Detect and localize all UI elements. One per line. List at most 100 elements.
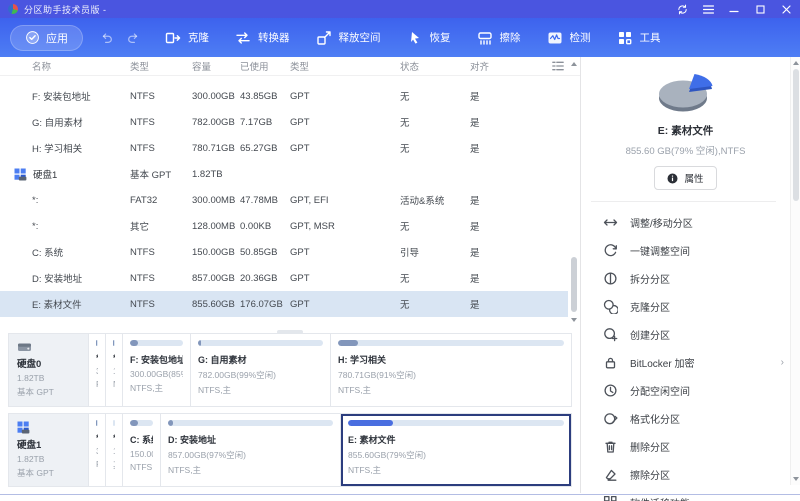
toolbar-button-free-space[interactable]: 释放空间: [316, 30, 381, 46]
action-label: 格式化分区: [630, 411, 680, 426]
partition-row[interactable]: H: 学习相关NTFS780.71GB65.27GBGPT无是: [0, 135, 568, 161]
action-item-create-partition[interactable]: 创建分区: [581, 320, 800, 348]
column-header[interactable]: 已使用: [240, 59, 290, 73]
column-header[interactable]: 名称: [0, 59, 130, 73]
cell-aligned: 是: [470, 193, 568, 207]
partition-label: F: 安装包地址: [130, 353, 183, 366]
refresh-icon[interactable]: [676, 3, 688, 15]
partition-block[interactable]: F: 安装包地址300.00GB(85%...NTFS,主: [123, 334, 191, 406]
menu-icon[interactable]: [702, 3, 714, 15]
partition-block[interactable]: H: 学习相关780.71GB(91%空闲)NTFS,主: [331, 334, 571, 406]
toolbar-button-clone[interactable]: 克隆: [165, 30, 209, 46]
action-item-delete-partition[interactable]: 删除分区: [581, 432, 800, 460]
clone-partition-icon: [603, 299, 619, 314]
partition-row[interactable]: E: 素材文件NTFS855.60GB176.07GBGPT无是: [0, 291, 568, 317]
partition-row[interactable]: *:其它128.00MB0.00KBGPT, MSR无是: [0, 213, 568, 239]
toolbar-button-restore[interactable]: 恢复: [407, 30, 451, 46]
partition-fs: NTF...: [113, 379, 115, 389]
minimize-icon[interactable]: [728, 3, 740, 15]
column-header[interactable]: 类型: [290, 59, 400, 73]
action-item-bitlocker[interactable]: BitLocker 加密›: [581, 348, 800, 376]
apply-button[interactable]: 应用: [10, 25, 83, 51]
disk-map: 硬盘01.82TB基本 GPT*:300...FAT...*:16...NTF.…: [0, 328, 580, 493]
undo-icon[interactable]: [99, 31, 114, 45]
action-item-allocate-space[interactable]: 分配空闲空间: [581, 376, 800, 404]
cell-used: 7.17GB: [240, 117, 290, 128]
cell-ptype: GPT: [290, 299, 400, 310]
disk-map-row: 硬盘11.82TB基本 GPT*:300...FAT...*:128...其..…: [8, 413, 572, 487]
column-header[interactable]: 对齐: [470, 59, 552, 73]
scroll-up-icon[interactable]: [793, 61, 799, 65]
properties-button[interactable]: 属性: [654, 166, 716, 190]
action-item-split-partition[interactable]: 拆分分区: [581, 264, 800, 292]
scroll-down-icon[interactable]: [793, 477, 799, 481]
partition-row[interactable]: *:FAT32300.00MB47.78MBGPT, EFI活动&系统是: [0, 187, 568, 213]
cell-fs: NTFS: [130, 143, 192, 154]
partition-block[interactable]: *:300...FAT...: [89, 414, 106, 486]
cell-aligned: 是: [470, 271, 568, 285]
partition-block[interactable]: G: 自用素材782.00GB(99%空闲)NTFS,主: [191, 334, 331, 406]
partition-row[interactable]: D: 安装地址NTFS857.00GB20.36GBGPT无是: [0, 265, 568, 291]
action-item-one-key-adjust[interactable]: 一键调整空间: [581, 236, 800, 264]
cell-capacity: 128.00MB: [192, 221, 240, 232]
disk-info[interactable]: 硬盘11.82TB基本 GPT: [9, 414, 89, 486]
action-item-resize-move[interactable]: 调整/移动分区: [581, 208, 800, 236]
cell-aligned: 是: [470, 297, 568, 311]
toolbar-button-detect[interactable]: 检测: [547, 30, 591, 46]
cell-aligned: 是: [470, 219, 568, 233]
action-list: 调整/移动分区一键调整空间拆分分区克隆分区创建分区BitLocker 加密›分配…: [581, 202, 800, 501]
partition-fs: NTFS,...: [130, 462, 153, 472]
scroll-down-icon[interactable]: [571, 318, 577, 322]
partition-row[interactable]: F: 安装包地址NTFS300.00GB43.85GBGPT无是: [0, 83, 568, 109]
one-key-adjust-icon: [603, 243, 619, 258]
toolbar-button-tools[interactable]: 工具: [617, 30, 661, 46]
scrollbar-thumb[interactable]: [571, 257, 577, 312]
chevron-right-icon: ›: [781, 357, 784, 368]
list-view-icon[interactable]: [552, 61, 564, 71]
cell-capacity: 855.60GB: [192, 299, 240, 310]
titlebar: 分区助手技术员版 -: [0, 0, 800, 18]
app-window: { "window": { "title": "分区助手技术员版 -" }, "…: [0, 0, 800, 501]
partition-block[interactable]: *:16...NTF...: [106, 334, 123, 406]
toolbar-button-label: 恢复: [430, 30, 451, 45]
disk-row[interactable]: 硬盘1基本 GPT1.82TB: [0, 161, 568, 187]
maximize-icon[interactable]: [754, 3, 766, 15]
action-item-wipe-partition[interactable]: 擦除分区: [581, 460, 800, 488]
scroll-up-icon[interactable]: [571, 62, 577, 66]
usage-bar: [113, 420, 115, 426]
cell-ptype: GPT: [290, 117, 400, 128]
cell-fs: NTFS: [130, 299, 192, 310]
selected-partition-info: 855.60 GB(79% 空闲),NTFS: [581, 143, 790, 157]
partition-block[interactable]: D: 安装地址857.00GB(97%空闲)NTFS,主: [161, 414, 341, 486]
partition-block[interactable]: E: 素材文件855.60GB(79%空闲)NTFS,主: [341, 414, 571, 486]
disk-size: 1.82TB: [17, 454, 80, 464]
column-header[interactable]: 容量: [192, 59, 240, 73]
redo-icon[interactable]: [126, 31, 141, 45]
scrollbar-thumb[interactable]: [793, 69, 799, 201]
cell-fs: NTFS: [130, 117, 192, 128]
partition-block[interactable]: C: 系统150.00...NTFS,...: [123, 414, 161, 486]
toolbar-button-wipe[interactable]: 擦除: [477, 30, 521, 46]
info-icon: [667, 173, 678, 184]
toolbar-button-converter[interactable]: 转换器: [235, 30, 290, 46]
partition-row[interactable]: *:NTFS16.00MB16.00MBGPT, MSR无是: [0, 76, 568, 83]
partition-block[interactable]: *:300...FAT...: [89, 334, 106, 406]
action-label: 一键调整空间: [630, 243, 690, 258]
action-item-format-partition[interactable]: 格式化分区: [581, 404, 800, 432]
converter-icon: [235, 30, 251, 46]
cell-used: 47.78MB: [240, 195, 290, 206]
column-header[interactable]: 状态: [400, 59, 470, 73]
action-item-clone-partition[interactable]: 克隆分区: [581, 292, 800, 320]
delete-partition-icon: [603, 439, 619, 454]
partition-row[interactable]: C: 系统NTFS150.00GB50.85GBGPT引导是: [0, 239, 568, 265]
partition-row[interactable]: G: 自用素材NTFS782.00GB7.17GBGPT无是: [0, 109, 568, 135]
cell-status: 无: [400, 271, 470, 285]
cell-fs: NTFS: [130, 247, 192, 258]
column-header[interactable]: 类型: [130, 59, 192, 73]
partition-block[interactable]: *:128...其...: [106, 414, 123, 486]
wipe-icon: [477, 30, 493, 46]
close-icon[interactable]: [780, 3, 792, 15]
cell-ptype: GPT: [290, 273, 400, 284]
disk-info[interactable]: 硬盘01.82TB基本 GPT: [9, 334, 89, 406]
action-label: 克隆分区: [630, 299, 670, 314]
